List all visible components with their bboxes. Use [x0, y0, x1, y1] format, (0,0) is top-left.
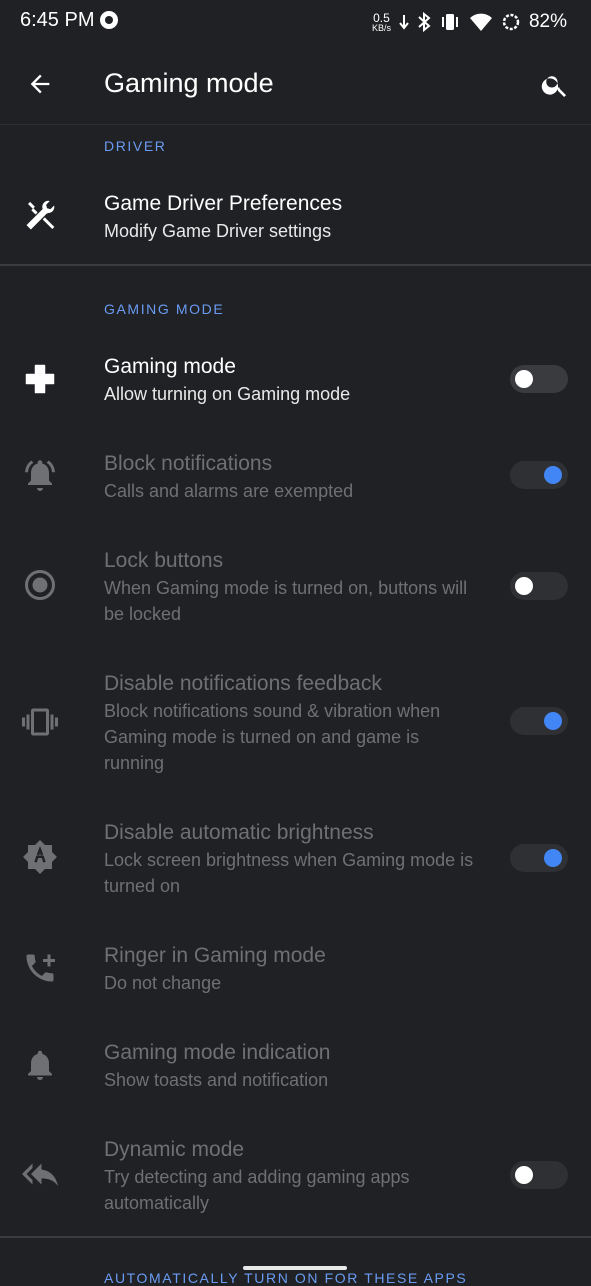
app-bar-divider — [0, 124, 591, 125]
pref-gaming-mode[interactable]: Gaming mode Allow turning on Gaming mode — [0, 355, 591, 425]
switch-thumb — [515, 370, 533, 388]
pref-summary: Calls and alarms are exempted — [104, 481, 354, 501]
section-divider — [0, 264, 591, 266]
wifi-icon — [469, 13, 492, 31]
disable-notifications-feedback-switch[interactable] — [510, 707, 568, 735]
notifications-active-icon — [25, 460, 55, 491]
pref-title: Game Driver Preferences — [104, 192, 343, 215]
pref-summary: Show toasts and notification — [104, 1070, 329, 1090]
switch-thumb — [515, 1166, 533, 1184]
pref-title: Gaming mode indication — [104, 1041, 331, 1064]
disable-automatic-brightness-switch[interactable] — [510, 844, 568, 872]
pref-summary: Lock screen brightness when Gaming mode … — [104, 850, 474, 896]
pref-summary: Block notifications sound & vibration wh… — [104, 701, 441, 773]
pref-disable-notifications-feedback[interactable]: Disable notifications feedback Block not… — [0, 672, 591, 776]
back-arrow-icon[interactable] — [26, 70, 54, 98]
data-transfer-icon — [399, 15, 409, 30]
pref-ringer-in-gaming-mode[interactable]: Ringer in Gaming mode Do not change — [0, 944, 591, 1004]
status-icons: 0.5 KB/s 82% — [372, 9, 567, 35]
status-time: 6:45 PM — [20, 9, 95, 31]
lock-buttons-switch[interactable] — [510, 572, 568, 600]
switch-thumb — [515, 577, 533, 595]
pref-lock-buttons[interactable]: Lock buttons When Gaming mode is turned … — [0, 549, 591, 629]
pref-summary: Allow turning on Gaming mode — [104, 384, 351, 404]
status-bar: 6:45 PM 0.5 KB/s 82% — [0, 0, 591, 44]
network-speed: 0.5 KB/s — [372, 12, 391, 33]
pref-summary: Modify Game Driver settings — [104, 221, 332, 241]
pref-block-notifications[interactable]: Block notifications Calls and alarms are… — [0, 452, 591, 522]
battery-percent: 82% — [528, 11, 567, 32]
hammer-wrench-icon — [26, 200, 55, 230]
pref-title: Block notifications — [104, 452, 273, 475]
switch-thumb — [544, 466, 562, 484]
pref-title: Lock buttons — [104, 549, 224, 572]
reply-all-icon — [22, 1163, 58, 1186]
pref-title: Dynamic mode — [104, 1138, 245, 1161]
pref-title: Disable automatic brightness — [104, 821, 374, 844]
section-divider — [0, 1236, 591, 1238]
pref-game-driver-preferences[interactable]: Game Driver Preferences Modify Game Driv… — [0, 192, 591, 252]
app-bar: Gaming mode — [0, 44, 591, 124]
pref-summary: Do not change — [104, 973, 222, 993]
pref-gaming-mode-indication[interactable]: Gaming mode indication Show toasts and n… — [0, 1041, 591, 1101]
pref-title: Ringer in Gaming mode — [104, 944, 326, 967]
battery-saver-icon — [502, 13, 520, 31]
switch-thumb — [544, 849, 562, 867]
pref-disable-automatic-brightness[interactable]: Disable automatic brightness Lock screen… — [0, 821, 591, 901]
dynamic-mode-switch[interactable] — [510, 1161, 568, 1189]
dpad-icon — [25, 364, 55, 394]
section-header-auto-apps: AUTOMATICALLY TURN ON FOR THESE APPS — [104, 1270, 468, 1286]
block-notifications-switch[interactable] — [510, 461, 568, 489]
brightness-auto-icon — [23, 840, 57, 874]
page-title: Gaming mode — [104, 68, 274, 98]
section-header-gaming-mode: GAMING MODE — [104, 301, 225, 317]
bell-icon — [28, 1050, 52, 1080]
pref-title: Disable notifications feedback — [104, 672, 382, 695]
vibration-icon — [22, 708, 58, 736]
pref-dynamic-mode[interactable]: Dynamic mode Try detecting and adding ga… — [0, 1138, 591, 1218]
network-speed-unit: KB/s — [371, 22, 391, 33]
search-icon[interactable] — [540, 70, 570, 100]
media-indicator-icon — [100, 11, 118, 29]
gesture-nav-handle[interactable] — [243, 1266, 347, 1270]
gaming-mode-switch[interactable] — [510, 365, 568, 393]
vibrate-icon — [441, 14, 458, 30]
pref-summary: When Gaming mode is turned on, buttons w… — [104, 578, 468, 624]
phone-add-icon — [26, 954, 55, 982]
network-speed-value: 0.5 — [373, 10, 390, 25]
pref-summary: Try detecting and adding gaming apps aut… — [104, 1167, 410, 1213]
section-header-driver: DRIVER — [104, 138, 167, 154]
pref-title: Gaming mode — [104, 355, 236, 378]
switch-thumb — [544, 712, 562, 730]
bluetooth-icon — [418, 11, 431, 33]
radio-button-icon — [25, 570, 55, 600]
